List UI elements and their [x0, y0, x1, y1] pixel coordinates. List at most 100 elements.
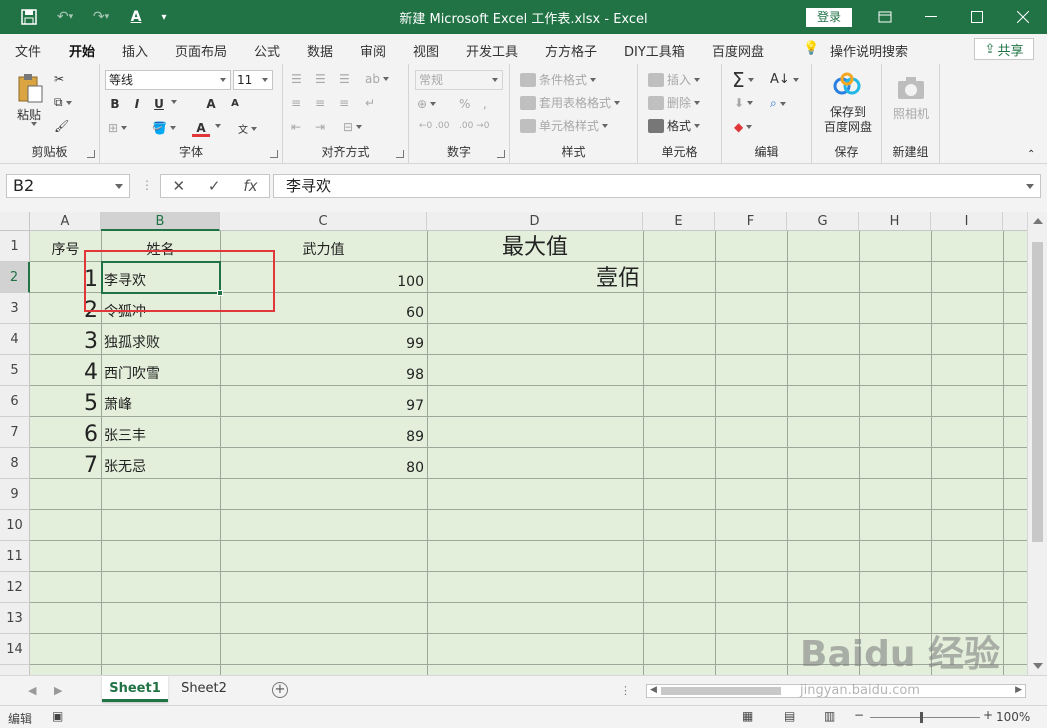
normal-view-icon[interactable]: ▦ [742, 709, 753, 723]
column-header-j[interactable] [1003, 212, 1027, 231]
format-painter-icon[interactable]: 🖌 [54, 119, 69, 133]
percent-button[interactable]: % [459, 97, 470, 111]
tab-file[interactable]: 文件 [15, 41, 41, 60]
vertical-scrollbar[interactable] [1027, 212, 1047, 675]
undo-icon[interactable]: ↶ ▾ [48, 7, 82, 27]
cut-icon[interactable]: ✂ [54, 72, 64, 86]
ribbon-display-options-icon[interactable] [862, 0, 908, 34]
lightbulb-icon[interactable]: 💡 [803, 41, 819, 56]
orientation-icon[interactable]: ab [365, 72, 389, 86]
zoom-level[interactable]: 100% [996, 710, 1030, 724]
delete-cells-button[interactable]: 删除 [648, 94, 701, 111]
zoom-slider-thumb[interactable] [920, 712, 923, 723]
tab-insert[interactable]: 插入 [122, 41, 148, 60]
camera-button[interactable]: 照相机 [893, 105, 929, 122]
cell-a8[interactable]: 7 [30, 448, 101, 479]
page-break-view-icon[interactable]: ▥ [824, 709, 835, 723]
cell-c8[interactable]: 80 [220, 448, 427, 479]
format-cells-button[interactable]: 格式 [648, 117, 701, 134]
cell-d2[interactable]: 壹佰 [427, 262, 643, 293]
save-icon[interactable] [18, 7, 40, 27]
row-header-5[interactable]: 5 [0, 355, 30, 386]
italic-button[interactable]: I [128, 95, 146, 113]
paste-icon[interactable] [14, 72, 46, 104]
column-header-h[interactable]: H [859, 212, 931, 231]
tab-review[interactable]: 审阅 [360, 41, 386, 60]
cell-b8[interactable]: 张无忌 [101, 448, 220, 479]
row-header-3[interactable]: 3 [0, 293, 30, 324]
sort-filter-icon[interactable]: A↓ [770, 72, 799, 87]
row-header-10[interactable]: 10 [0, 510, 30, 541]
row-header-8[interactable]: 8 [0, 448, 30, 479]
row-header-1[interactable]: 1 [0, 231, 30, 262]
number-format-select[interactable]: 常规 [415, 70, 503, 90]
row-header-7[interactable]: 7 [0, 417, 30, 448]
font-name-select[interactable]: 等线 [105, 70, 231, 90]
prev-sheet-icon[interactable]: ◀ [28, 684, 36, 697]
sheet-tab-sheet1[interactable]: Sheet1 [102, 676, 168, 702]
column-header-g[interactable]: G [787, 212, 859, 231]
increase-indent-icon[interactable]: ⇥ [315, 120, 325, 134]
alignment-launcher[interactable] [396, 150, 404, 158]
grow-font-button[interactable]: A [202, 95, 220, 113]
cell-b4[interactable]: 独孤求败 [101, 324, 220, 355]
cell-b6[interactable]: 萧峰 [101, 386, 220, 417]
formula-input[interactable]: 李寻欢 [273, 174, 1041, 198]
collapse-ribbon-icon[interactable]: ⌃ [1027, 149, 1035, 160]
redo-icon[interactable]: ↷ ▾ [86, 7, 116, 27]
cell-b7[interactable]: 张三丰 [101, 417, 220, 448]
fill-color-icon[interactable]: 🪣 [152, 121, 176, 135]
clipboard-launcher[interactable] [87, 150, 95, 158]
find-select-icon[interactable]: ⌕ [770, 96, 786, 111]
zoom-out-icon[interactable]: − [854, 708, 864, 722]
camera-icon[interactable] [895, 72, 927, 104]
tell-me-search[interactable]: 操作说明搜索 [830, 41, 908, 60]
font-size-select[interactable]: 11 [233, 70, 273, 90]
insert-function-icon[interactable]: fx [243, 177, 257, 195]
page-layout-view-icon[interactable]: ▤ [784, 709, 795, 723]
minimize-icon[interactable] [908, 0, 954, 34]
currency-icon[interactable]: ⊕ [417, 97, 437, 111]
align-bottom-icon[interactable]: ☰ [339, 72, 350, 86]
maximize-icon[interactable] [954, 0, 1000, 34]
clear-icon[interactable]: ◆ [734, 120, 753, 134]
conditional-format-button[interactable]: 条件格式 [520, 71, 597, 88]
column-header-a[interactable]: A [30, 212, 101, 231]
tab-baidu-netdisk[interactable]: 百度网盘 [712, 41, 764, 60]
underline-dropdown[interactable] [168, 100, 177, 104]
tab-developer[interactable]: 开发工具 [466, 41, 518, 60]
column-header-i[interactable]: I [931, 212, 1003, 231]
tab-splitter-icon[interactable]: ⋮ [620, 684, 631, 697]
align-right-icon[interactable]: ≡ [339, 96, 349, 110]
macro-record-icon[interactable]: ▣ [52, 709, 63, 723]
row-header-2[interactable]: 2 [0, 262, 30, 293]
customize-quick-access-icon[interactable]: ▾ [156, 7, 172, 27]
scroll-right-icon[interactable]: ▶ [1015, 685, 1022, 695]
fill-icon[interactable]: ⬇ [734, 96, 754, 110]
add-sheet-icon[interactable]: + [272, 682, 288, 698]
tab-fangfang[interactable]: 方方格子 [545, 41, 597, 60]
confirm-entry-icon[interactable]: ✓ [208, 177, 221, 195]
row-header-11[interactable]: 11 [0, 541, 30, 572]
tab-formulas[interactable]: 公式 [254, 41, 280, 60]
cell-a7[interactable]: 6 [30, 417, 101, 448]
font-color-dropdown[interactable] [212, 124, 221, 128]
wrap-text-icon[interactable]: ↵ [365, 96, 375, 110]
format-as-table-button[interactable]: 套用表格格式 [520, 94, 621, 111]
share-button[interactable]: ⇪ 共享 [974, 38, 1034, 60]
tab-home[interactable]: 开始 [69, 41, 96, 67]
baidu-netdisk-icon[interactable] [831, 70, 863, 102]
paste-dropdown[interactable] [28, 122, 37, 126]
borders-icon[interactable]: ⊞ [108, 121, 128, 135]
worksheet-grid[interactable]: A B C D E F G H I 1 2 3 4 5 6 7 8 9 10 1… [0, 212, 1027, 675]
next-sheet-icon[interactable]: ▶ [54, 684, 62, 697]
scroll-up-icon[interactable] [1033, 218, 1043, 224]
cell-c4[interactable]: 99 [220, 324, 427, 355]
zoom-in-icon[interactable]: + [983, 708, 993, 722]
name-box[interactable]: B2 [6, 174, 130, 198]
zoom-slider[interactable] [870, 717, 980, 718]
cell-d1[interactable]: 最大值 [427, 231, 643, 262]
cell-c6[interactable]: 97 [220, 386, 427, 417]
underline-button[interactable]: U [150, 95, 168, 113]
align-center-icon[interactable]: ≡ [315, 96, 325, 110]
